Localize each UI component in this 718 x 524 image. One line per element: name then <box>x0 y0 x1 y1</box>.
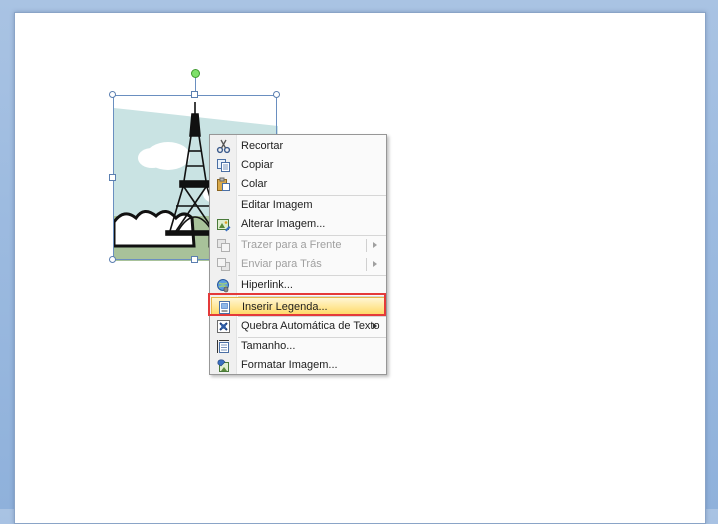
menu-item-label: Copiar <box>241 159 274 171</box>
change-picture-icon <box>217 219 231 232</box>
text-wrap-icon <box>217 320 230 333</box>
submenu-arrow-icon <box>373 242 377 248</box>
context-menu: Recortar Copiar Colar Editar Imagem Alte… <box>209 134 387 375</box>
copy-icon <box>217 159 230 172</box>
menu-item-cut[interactable]: Recortar <box>211 137 385 156</box>
menu-item-label: Trazer para a Frente <box>241 239 342 251</box>
menu-item-hyperlink[interactable]: Hiperlink... <box>211 276 385 295</box>
menu-item-format-picture[interactable]: Formatar Imagem... <box>211 356 385 375</box>
menu-item-label: Tamanho... <box>241 340 296 352</box>
menu-item-label: Alterar Imagem... <box>241 218 326 230</box>
resize-handle-top[interactable] <box>191 91 198 98</box>
send-back-icon <box>217 258 230 271</box>
resize-handle-bottom-left[interactable] <box>109 256 116 263</box>
resize-handle-top-left[interactable] <box>109 91 116 98</box>
menu-item-label: Quebra Automática de Texto <box>241 320 380 332</box>
rotate-handle[interactable] <box>191 69 200 78</box>
menu-item-label: Recortar <box>241 140 284 152</box>
size-icon <box>217 340 229 353</box>
submenu-arrow-icon <box>373 261 377 267</box>
resize-handle-left[interactable] <box>109 174 116 181</box>
menu-item-label: Editar Imagem <box>241 199 313 211</box>
menu-item-label: Inserir Legenda... <box>242 301 328 313</box>
submenu-divider <box>366 258 367 271</box>
submenu-arrow-icon <box>373 323 377 329</box>
menu-item-change-picture[interactable]: Alterar Imagem... <box>211 215 385 234</box>
menu-item-label: Formatar Imagem... <box>241 359 338 371</box>
submenu-divider <box>366 239 367 252</box>
hyperlink-icon <box>217 279 229 293</box>
bring-front-icon <box>217 239 230 252</box>
menu-item-send-to-back[interactable]: Enviar para Trás <box>211 255 385 274</box>
menu-item-label: Enviar para Trás <box>241 258 322 270</box>
menu-item-text-wrapping[interactable]: Quebra Automática de Texto <box>211 317 385 336</box>
menu-item-label: Colar <box>241 178 268 190</box>
menu-item-bring-to-front[interactable]: Trazer para a Frente <box>211 236 385 255</box>
menu-item-edit-picture[interactable]: Editar Imagem <box>211 196 385 215</box>
caption-icon <box>219 301 230 314</box>
menu-item-copy[interactable]: Copiar <box>211 156 385 175</box>
scissors-icon <box>216 139 231 154</box>
format-picture-icon <box>217 359 229 372</box>
menu-item-insert-caption[interactable]: Inserir Legenda... <box>211 297 385 316</box>
paste-icon <box>217 177 230 191</box>
resize-handle-bottom[interactable] <box>191 256 198 263</box>
menu-item-label: Hiperlink... <box>241 279 293 291</box>
menu-item-paste[interactable]: Colar <box>211 175 385 194</box>
menu-item-size[interactable]: Tamanho... <box>211 337 385 356</box>
resize-handle-top-right[interactable] <box>273 91 280 98</box>
